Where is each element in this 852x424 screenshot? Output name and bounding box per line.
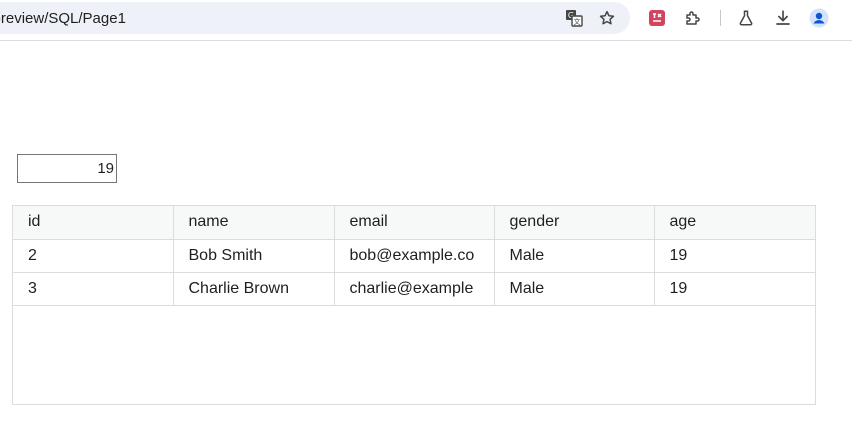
download-icon[interactable] — [773, 8, 793, 28]
cell-email: bob@example.co — [334, 239, 495, 273]
address-bar[interactable]: #/preview/SQL/Page1 — [0, 2, 630, 34]
table-row[interactable]: 3 Charlie Brown charlie@example Male 19 — [13, 272, 815, 306]
browser-toolbar: #/preview/SQL/Page1 G 文 — [0, 0, 852, 41]
column-header-id[interactable]: id — [13, 206, 174, 240]
cell-age: 19 — [654, 239, 815, 273]
puzzle-icon[interactable] — [683, 8, 703, 28]
table-header-row: id name email gender age — [13, 206, 815, 240]
column-header-gender[interactable]: gender — [494, 206, 655, 240]
cell-gender: Male — [494, 239, 655, 273]
cell-email: charlie@example — [334, 272, 495, 306]
svg-text:文: 文 — [574, 17, 581, 26]
extension-red-icon[interactable] — [647, 8, 667, 28]
star-icon[interactable] — [597, 8, 617, 28]
column-header-email[interactable]: email — [334, 206, 495, 240]
column-header-name[interactable]: name — [173, 206, 335, 240]
cell-name: Bob Smith — [173, 239, 335, 273]
cell-age: 19 — [654, 272, 815, 306]
table-row[interactable]: 2 Bob Smith bob@example.co Male 19 — [13, 239, 815, 273]
cell-id: 2 — [13, 239, 174, 273]
flask-icon[interactable] — [736, 8, 756, 28]
column-header-age[interactable]: age — [654, 206, 815, 240]
cell-id: 3 — [13, 272, 174, 306]
cell-name: Charlie Brown — [173, 272, 335, 306]
cell-gender: Male — [494, 272, 655, 306]
data-table: id name email gender age 2 Bob Smith bob… — [13, 206, 815, 306]
profile-icon[interactable] — [809, 8, 829, 28]
url-text[interactable]: #/preview/SQL/Page1 — [0, 10, 126, 27]
translate-icon[interactable]: G 文 — [564, 8, 584, 28]
results-table: id name email gender age 2 Bob Smith bob… — [12, 205, 816, 405]
age-filter-input[interactable] — [17, 154, 117, 183]
toolbar-separator — [720, 10, 721, 26]
